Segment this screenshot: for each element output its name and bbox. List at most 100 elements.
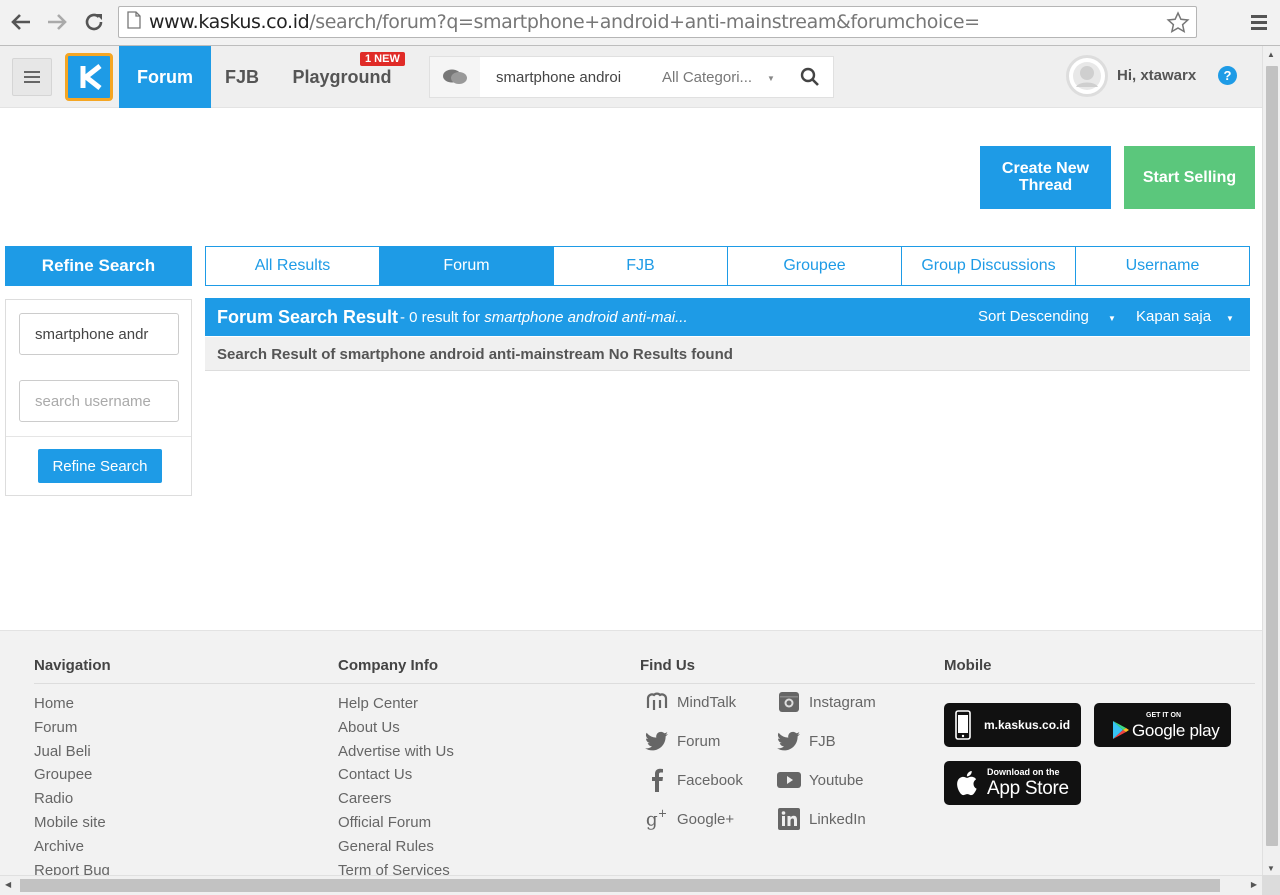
app-store-badge[interactable]: Download on the App Store: [944, 761, 1081, 805]
social-linkedin[interactable]: LinkedIn: [777, 807, 866, 831]
footer-link[interactable]: Jual Beli: [34, 740, 110, 764]
browser-menu-icon[interactable]: [1249, 12, 1269, 37]
footer-link[interactable]: Home: [34, 692, 110, 716]
social-label: Instagram: [809, 693, 876, 711]
footer-link[interactable]: Forum: [34, 716, 110, 740]
scroll-left-arrow-icon[interactable]: ◀: [5, 880, 11, 889]
reload-button[interactable]: [81, 9, 107, 35]
footer-company-title: Company Info: [338, 657, 438, 674]
kaskus-k-icon: [80, 64, 102, 90]
tab-forum[interactable]: Forum: [380, 247, 554, 285]
time-dropdown[interactable]: Kapan saja: [1136, 308, 1211, 325]
social-facebook[interactable]: Facebook: [645, 768, 743, 792]
social-label: Google+: [677, 810, 735, 828]
search-icon[interactable]: [800, 67, 820, 92]
bookmark-star-icon[interactable]: [1166, 11, 1190, 37]
refine-search-button[interactable]: Refine Search: [38, 449, 162, 483]
social-label: Forum: [677, 732, 721, 750]
social-youtube[interactable]: Youtube: [777, 768, 864, 792]
header-search: smartphone androi All Categori... ▼: [429, 56, 834, 98]
social-label: MindTalk: [677, 693, 737, 711]
scroll-down-arrow-icon[interactable]: ▼: [1267, 864, 1275, 873]
vertical-scroll-thumb[interactable]: [1266, 66, 1278, 846]
nav-tab-forum[interactable]: Forum: [119, 46, 211, 108]
tab-fjb[interactable]: FJB: [554, 247, 728, 285]
user-avatar[interactable]: [1066, 55, 1108, 97]
social-twitter-fjb[interactable]: FJB: [777, 729, 836, 753]
divider: [6, 436, 191, 437]
footer-link[interactable]: Careers: [338, 787, 454, 811]
footer-findus-title: Find Us: [640, 657, 695, 674]
keyword-input[interactable]: smartphone andr: [19, 313, 179, 355]
scrollbar-corner: [1262, 875, 1280, 895]
hamburger-menu-button[interactable]: [12, 58, 52, 96]
header-search-input[interactable]: smartphone androi: [496, 69, 636, 86]
footer-mobile-title: Mobile: [944, 657, 992, 674]
tab-all-results[interactable]: All Results: [206, 247, 380, 285]
url-host: www.kaskus.co.id: [149, 11, 310, 33]
new-badge: 1 NEW: [360, 52, 405, 66]
category-select[interactable]: All Categori...: [662, 69, 752, 86]
social-label: LinkedIn: [809, 810, 866, 828]
social-mindtalk[interactable]: MindTalk: [645, 690, 736, 714]
app-store-small: Download on the: [987, 767, 1060, 777]
google-play-badge[interactable]: GET IT ON Google play: [1094, 703, 1231, 747]
linkedin-icon: [777, 807, 801, 831]
address-bar[interactable]: www.kaskus.co.id/search/forum?q=smartpho…: [118, 6, 1197, 38]
kaskus-logo[interactable]: [65, 53, 113, 101]
phone-icon: [955, 710, 971, 740]
time-caret-icon: ▼: [1226, 314, 1234, 323]
create-thread-button[interactable]: Create New Thread: [980, 146, 1111, 209]
social-label: Youtube: [809, 771, 864, 789]
footer-link[interactable]: Contact Us: [338, 763, 454, 787]
horizontal-scrollbar[interactable]: ◀ ▶: [0, 875, 1262, 895]
mobile-site-badge[interactable]: m.kaskus.co.id: [944, 703, 1081, 747]
user-greeting[interactable]: Hi, xtawarx: [1117, 67, 1196, 84]
username-input[interactable]: search username: [19, 380, 179, 422]
help-icon[interactable]: ?: [1218, 66, 1237, 85]
footer-link[interactable]: Groupee: [34, 763, 110, 787]
tab-groupee[interactable]: Groupee: [728, 247, 902, 285]
social-label: Facebook: [677, 771, 743, 789]
scroll-up-arrow-icon[interactable]: ▲: [1267, 50, 1275, 59]
chat-bubble-icon[interactable]: [430, 57, 480, 97]
facebook-icon: [645, 768, 669, 792]
footer-link[interactable]: Mobile site: [34, 811, 110, 835]
tab-username[interactable]: Username: [1076, 247, 1249, 285]
footer-company-links: Help Center About Us Advertise with Us C…: [338, 692, 454, 882]
social-instagram[interactable]: Instagram: [777, 690, 876, 714]
twitter-icon: [777, 729, 801, 753]
footer-link[interactable]: Archive: [34, 835, 110, 859]
reload-icon: [85, 13, 103, 31]
social-googleplus[interactable]: g + Google+: [645, 807, 734, 831]
avatar-icon: [1073, 62, 1101, 90]
footer-link[interactable]: Radio: [34, 787, 110, 811]
twitter-icon: [645, 729, 669, 753]
footer-navigation-title: Navigation: [34, 657, 111, 674]
back-button[interactable]: [8, 9, 34, 35]
footer-link[interactable]: Help Center: [338, 692, 454, 716]
category-caret-icon: ▼: [767, 74, 775, 83]
vertical-scrollbar[interactable]: ▲ ▼: [1262, 46, 1280, 875]
start-selling-button[interactable]: Start Selling: [1124, 146, 1255, 209]
footer-divider: [34, 683, 1255, 684]
footer-link[interactable]: Advertise with Us: [338, 740, 454, 764]
sort-caret-icon: ▼: [1108, 314, 1116, 323]
instagram-icon: [777, 690, 801, 714]
tab-group-discussions[interactable]: Group Discussions: [902, 247, 1076, 285]
scroll-right-arrow-icon[interactable]: ▶: [1251, 880, 1257, 889]
mobile-site-label: m.kaskus.co.id: [984, 718, 1071, 732]
forward-arrow-icon: [48, 14, 67, 30]
browser-toolbar: www.kaskus.co.id/search/forum?q=smartpho…: [0, 0, 1280, 46]
page-icon: [127, 10, 141, 34]
sort-dropdown[interactable]: Sort Descending: [978, 308, 1089, 325]
google-play-big: Google play: [1132, 720, 1220, 740]
hamburger-icon: [24, 71, 40, 83]
nav-tab-fjb[interactable]: FJB: [216, 46, 268, 108]
footer-link[interactable]: About Us: [338, 716, 454, 740]
footer-link[interactable]: Official Forum: [338, 811, 454, 835]
footer-link[interactable]: General Rules: [338, 835, 454, 859]
social-twitter-forum[interactable]: Forum: [645, 729, 720, 753]
forward-button[interactable]: [44, 9, 70, 35]
horizontal-scroll-thumb[interactable]: [20, 879, 1220, 892]
